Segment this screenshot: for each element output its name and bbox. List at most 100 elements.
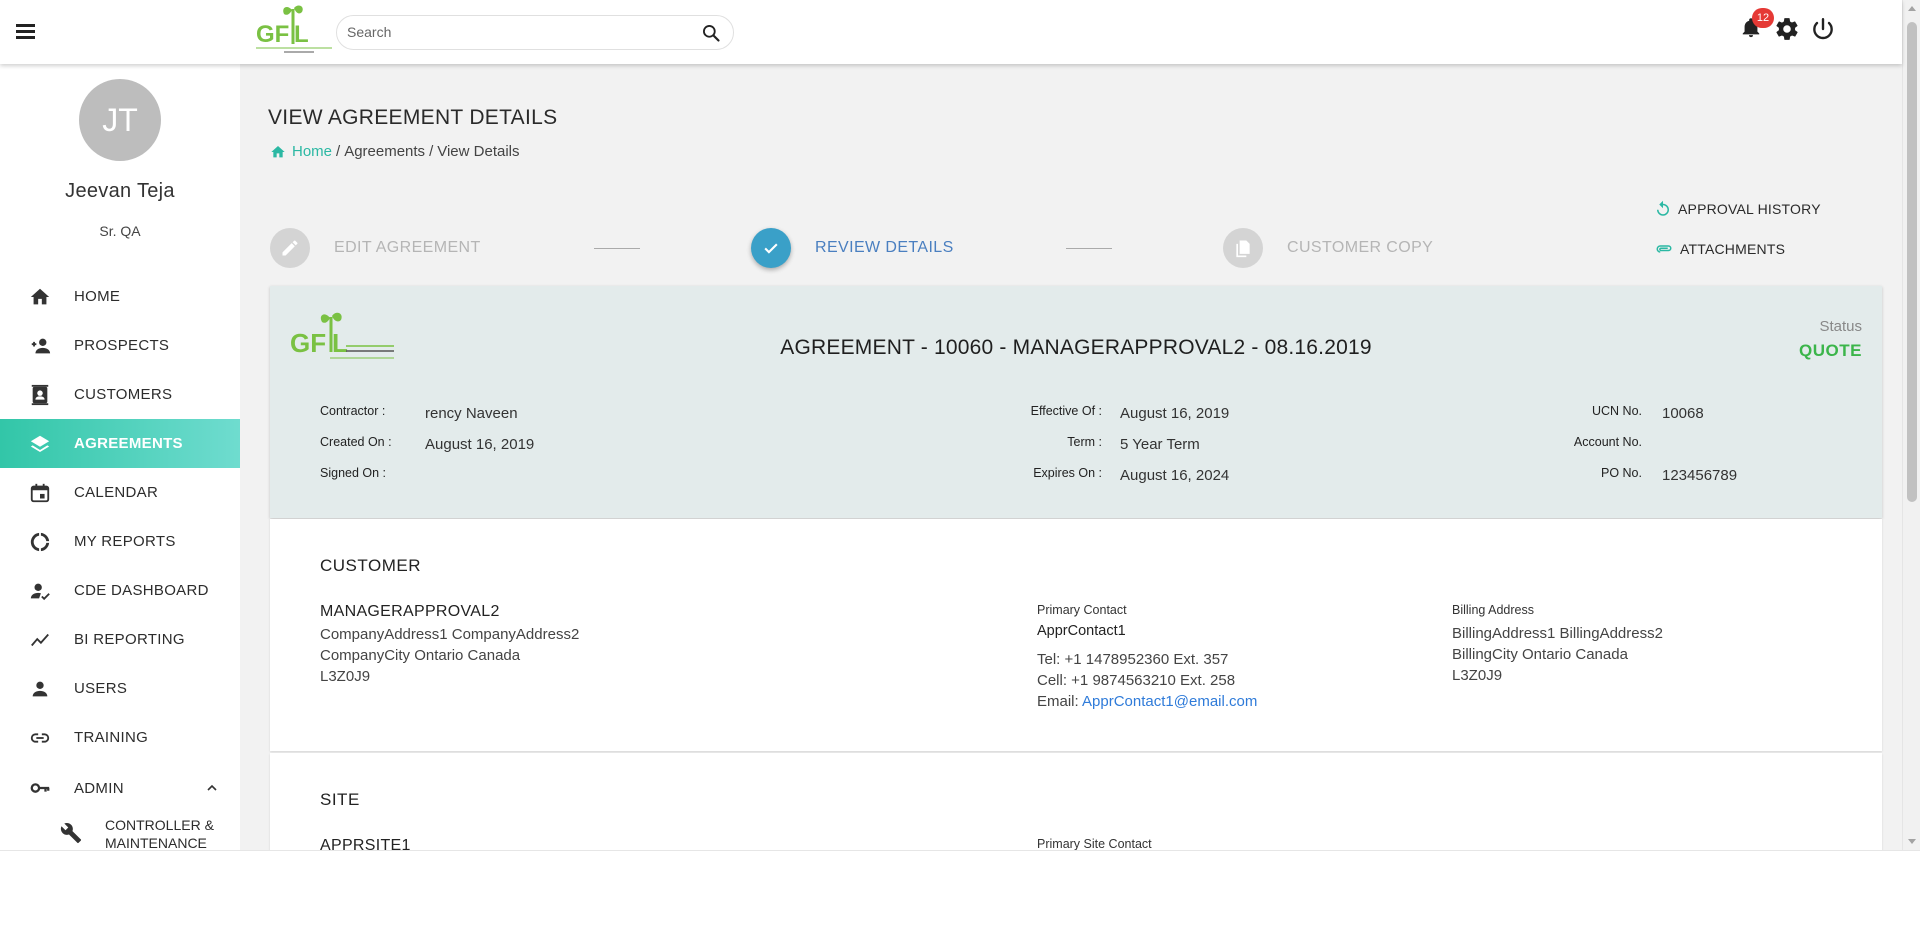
sidebar-item-users[interactable]: USERS [0,664,240,713]
step-label: CUSTOMER COPY [1287,239,1434,256]
sidebar-item-label: BI REPORTING [74,631,185,648]
home-icon [271,145,285,157]
step-connector [1066,248,1112,249]
notifications-button[interactable]: 12 [1740,8,1774,42]
customer-postal: L3Z0J9 [320,668,371,685]
agreement-header-card: GF L AGREEMENT - 10060 - MANAGERAPPROVAL… [270,286,1882,518]
sidebar-nav: HOME PROSPECTS CUSTOMERS AGREEMENTS CALE… [0,272,240,850]
primary-contact-label: Primary Contact [1037,603,1127,617]
search-icon[interactable] [701,23,721,43]
primary-site-contact-label: Primary Site Contact [1037,837,1152,850]
attachments-link[interactable]: ATTACHMENTS [1654,240,1821,258]
primary-contact-name: ApprContact1 [1037,623,1126,639]
search-input[interactable] [347,24,687,40]
link-icon [30,732,50,743]
billing-address-label: Billing Address [1452,603,1534,617]
sidebar-item-bi-reporting[interactable]: BI REPORTING [0,615,240,664]
ucn-value: 10068 [1662,405,1704,422]
breadcrumb-separator: / [429,143,434,160]
sidebar-item-customers[interactable]: CUSTOMERS [0,370,240,419]
customer-address-line: CompanyAddress1 CompanyAddress2 [320,626,580,643]
approval-history-link[interactable]: APPROVAL HISTORY [1654,200,1821,218]
customer-section: CUSTOMER MANAGERAPPROVAL2 CompanyAddress… [270,519,1882,751]
sidebar-item-label: USERS [74,680,128,697]
breadcrumb-agreements[interactable]: Agreements [344,143,425,160]
sidebar-subitem-controller-maintenance[interactable]: CONTROLLER & MAINTENANCE [0,814,240,850]
sidebar-item-home[interactable]: HOME [0,272,240,321]
contact-email-link[interactable]: ApprContact1@email.com [1082,693,1257,710]
page-scrollbar[interactable] [1902,0,1920,850]
step-connector [594,248,640,249]
contact-email-line: Email: ApprContact1@email.com [1037,691,1257,712]
expires-on-value: August 16, 2024 [1120,467,1230,484]
customer-info: MANAGERAPPROVAL2 CompanyAddress1 Company… [320,603,579,687]
created-on-label: Created On : [320,435,392,449]
contractor-label: Contractor : [320,404,386,418]
step-customer-copy[interactable]: CUSTOMER COPY [1223,228,1433,268]
sidebar-item-label: PROSPECTS [74,337,170,354]
expires-on-label: Expires On : [1033,466,1102,480]
sidebar-item-my-reports[interactable]: MY REPORTS [0,517,240,566]
breadcrumb-current: View Details [437,143,520,160]
sidebar-item-cde-dashboard[interactable]: CDE DASHBOARD [0,566,240,615]
sidebar-item-label: CDE DASHBOARD [74,582,209,599]
layers-icon [30,435,50,452]
step-review-details[interactable]: REVIEW DETAILS [751,228,954,268]
notification-badge: 12 [1752,8,1774,28]
effective-of-label: Effective Of : [1030,404,1102,418]
sidebar-item-label: TRAINING [74,729,149,746]
effective-of-value: August 16, 2019 [1120,405,1230,422]
calendar-icon [30,483,50,502]
history-icon [1657,200,1669,216]
scrollbar-thumb[interactable] [1907,22,1917,502]
menu-icon[interactable] [14,22,38,42]
top-bar: GF L 12 [0,0,1902,64]
gfl-logo: GF L [256,5,332,53]
po-label: PO No. [1601,466,1642,480]
sidebar-item-label: CALENDAR [74,484,159,501]
gear-icon[interactable] [1774,16,1800,42]
billing-city-line: BillingCity Ontario Canada [1452,646,1628,663]
avatar[interactable]: JT [79,79,161,161]
sidebar-item-label: CUSTOMERS [74,386,173,403]
side-links: APPROVAL HISTORY ATTACHMENTS [1654,200,1821,280]
sidebar-item-label: MY REPORTS [74,533,176,550]
chevron-up-icon[interactable] [204,780,220,796]
step-label: EDIT AGREEMENT [334,239,481,256]
sidebar-item-agreements[interactable]: AGREEMENTS [0,419,240,468]
power-icon[interactable] [1810,16,1836,42]
term-label: Term : [1067,435,1102,449]
main-content: VIEW AGREEMENT DETAILS Home / Agreements… [240,64,1902,850]
contractor-value: rency Naveen [425,405,518,422]
sidebar-item-prospects[interactable]: PROSPECTS [0,321,240,370]
user-name: Jeevan Teja [65,180,175,202]
contact-email-prefix: Email: [1037,693,1079,710]
key-icon [30,783,50,793]
sidebar-item-admin[interactable]: ADMIN [0,762,240,814]
sidebar-item-training[interactable]: TRAINING [0,713,240,762]
page-title: VIEW AGREEMENT DETAILS [268,106,558,129]
agreement-title: AGREEMENT - 10060 - MANAGERAPPROVAL2 - 0… [780,336,1372,359]
info-row: Signed On : Expires On : August 16, 2024… [270,466,1882,497]
agreement-info-grid: Contractor : rency Naveen Effective Of :… [270,404,1882,497]
breadcrumb-home[interactable]: Home [270,143,332,160]
attachments-label: ATTACHMENTS [1680,241,1786,257]
customer-city-line: CompanyCity Ontario Canada [320,647,521,664]
account-label: Account No. [1573,435,1642,449]
check-icon [751,228,791,268]
sidebar-item-label: ADMIN [74,779,124,797]
site-section: SITE APPRSITE1 Primary Site Contact [270,753,1882,850]
sidebar-item-calendar[interactable]: CALENDAR [0,468,240,517]
step-edit-agreement[interactable]: EDIT AGREEMENT [270,228,481,268]
pencil-icon [270,228,310,268]
info-row: Created On : August 16, 2019 Term : 5 Ye… [270,435,1882,466]
attachment-icon [1656,245,1672,253]
status-label: Status [1819,318,1862,335]
trend-icon [31,633,49,646]
scroll-up-icon[interactable] [1908,6,1916,11]
footer-area [0,850,1920,925]
person-check-icon [30,583,50,600]
breadcrumb-home-label: Home [292,143,333,160]
approval-history-label: APPROVAL HISTORY [1678,201,1821,217]
scroll-down-icon[interactable] [1908,839,1916,844]
